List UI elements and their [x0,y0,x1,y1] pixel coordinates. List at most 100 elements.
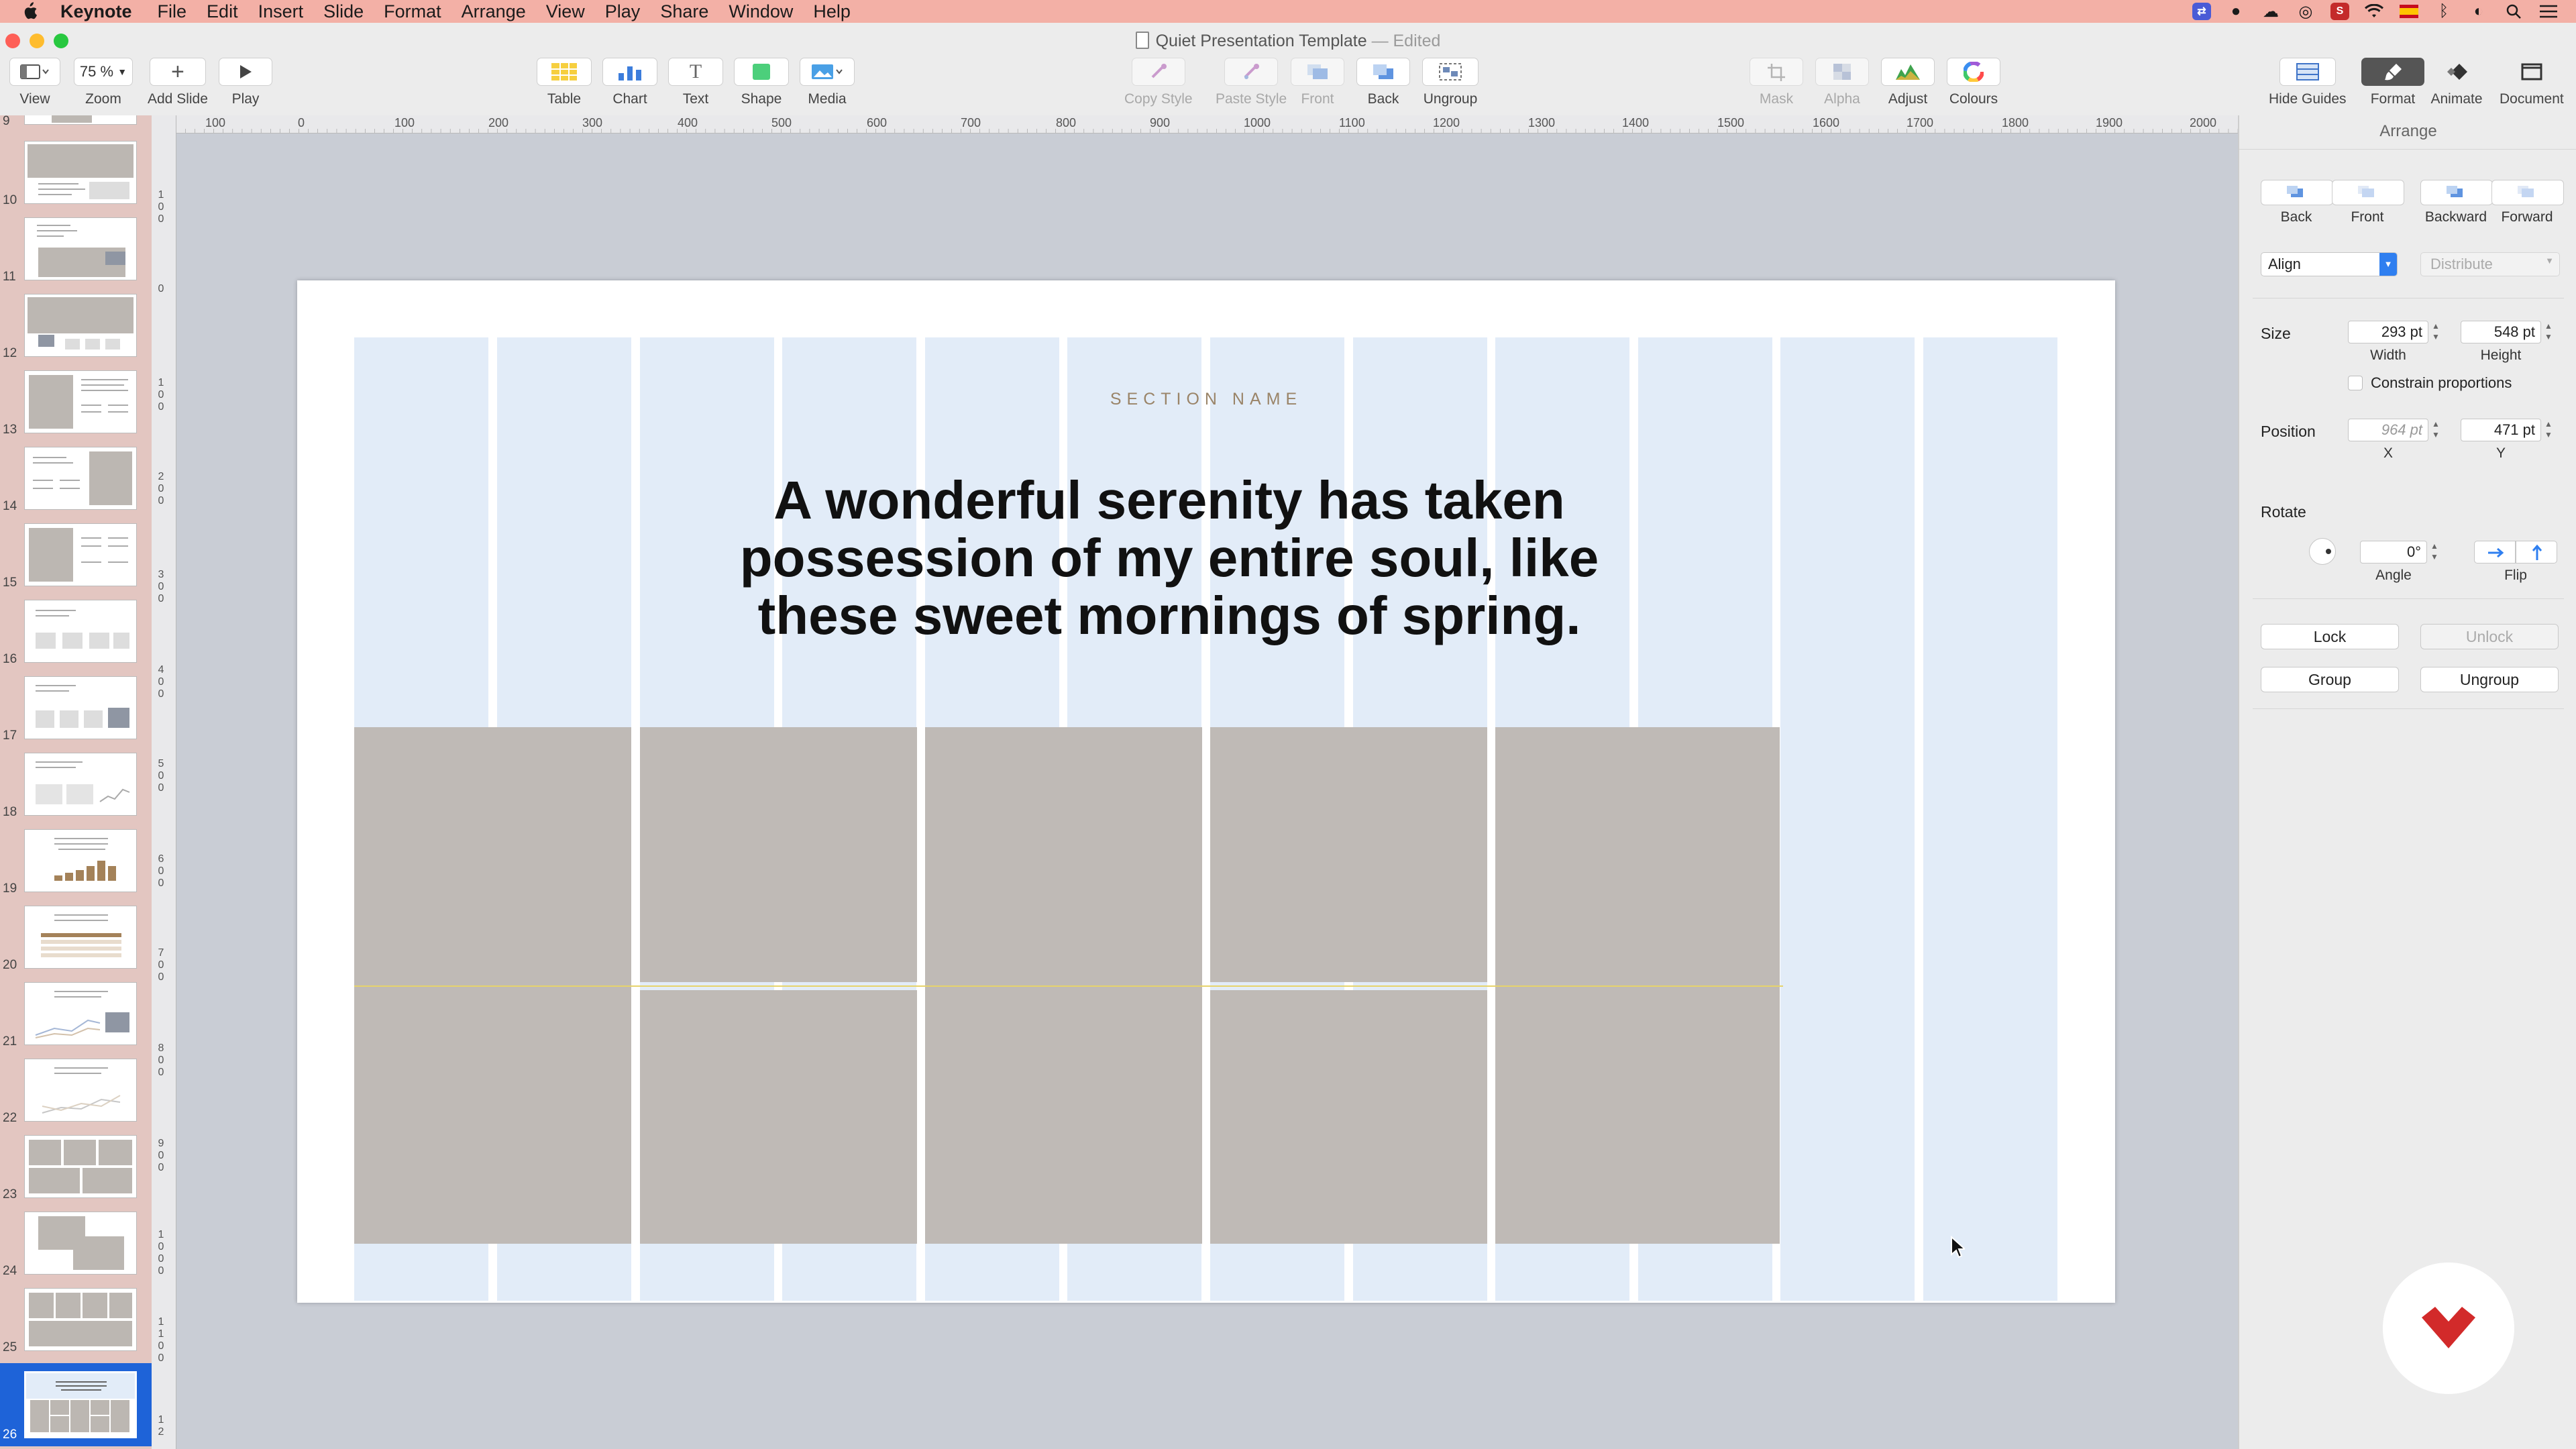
menu-app-keynote[interactable]: Keynote [60,1,132,22]
slide-thumbnail-14[interactable]: 14 [0,443,152,518]
slide-canvas[interactable]: SECTION NAME A wonderful serenity has ta… [297,280,2115,1303]
hide-guides-button[interactable]: Hide Guides [2269,58,2347,107]
flip-horizontal-button[interactable] [2474,541,2516,564]
send-backward-button[interactable] [2420,180,2493,205]
image-placeholder[interactable] [1210,727,1487,982]
table-icon [537,58,592,86]
media-label: Media [808,91,847,107]
headline-text[interactable]: A wonderful serenity has taken possessio… [700,472,1639,645]
slide-thumbnail-18[interactable]: 18 [0,749,152,824]
ungroup-button[interactable]: Ungroup [1422,58,1479,107]
slide-thumbnail-16[interactable]: 16 [0,596,152,671]
menu-file[interactable]: File [158,1,187,22]
shape-button[interactable]: Shape [734,58,789,107]
y-stepper[interactable]: ▲ ▼ [2544,419,2553,441]
table-button[interactable]: Table [537,58,592,107]
send-to-back-button[interactable] [2261,180,2333,205]
distribute-dropdown[interactable]: Distribute ▼ [2420,252,2560,276]
angle-stepper[interactable]: ▲ ▼ [2430,541,2439,564]
x-stepper[interactable]: ▲ ▼ [2431,419,2440,441]
slide-thumbnail-13[interactable]: 13 [0,366,152,441]
slide-thumbnail-20[interactable]: 20 [0,902,152,977]
slide-thumbnail-19[interactable]: 19 [0,825,152,900]
circle-status-icon[interactable]: ◎ [2296,2,2316,21]
image-placeholder[interactable] [1210,990,1487,1244]
lock-button[interactable]: Lock [2261,624,2399,649]
notification-list-icon[interactable] [2538,2,2559,21]
ungroup-button[interactable]: Ungroup [2420,667,2559,692]
slide-thumbnail-22[interactable]: 22 [0,1055,152,1130]
menu-format[interactable]: Format [384,1,441,22]
play-button[interactable]: Play [219,58,272,107]
unlock-button[interactable]: Unlock [2420,624,2559,649]
mask-button[interactable]: Mask [1750,58,1803,107]
slide-thumbnail-17[interactable]: 17 [0,672,152,747]
animate-tab-button[interactable]: Animate [2428,58,2485,107]
document-tab-button[interactable]: Document [2500,58,2564,107]
menu-insert[interactable]: Insert [258,1,304,22]
apple-icon[interactable] [21,2,38,21]
slide-thumbnail-10[interactable]: 10 [0,137,152,212]
menu-edit[interactable]: Edit [207,1,238,22]
slide-thumbnail-21[interactable]: 21 [0,978,152,1053]
menu-help[interactable]: Help [813,1,851,22]
image-placeholder[interactable] [640,990,917,1244]
spotlight-search-icon[interactable] [2504,2,2524,21]
view-menu-button[interactable]: View [9,58,60,107]
slide-thumbnail-9[interactable]: 9 [0,115,152,133]
group-button[interactable]: Group [2261,667,2399,692]
cloud-sync-icon[interactable]: ☁ [2261,2,2281,21]
height-field[interactable]: 548 pt [2461,321,2541,343]
arrange-tab[interactable]: Arrange [2239,122,2576,141]
constrain-proportions-checkbox[interactable] [2348,376,2363,390]
slide-thumbnail-12[interactable]: 12 [0,290,152,365]
slide-thumbnail-15[interactable]: 15 [0,519,152,594]
zoom-menu-button[interactable]: 75 % ▼ Zoom [74,58,133,107]
slide-thumbnail-24[interactable]: 24 [0,1208,152,1283]
chart-button[interactable]: Chart [602,58,657,107]
slide-thumbnail-26[interactable]: 26 [0,1363,152,1446]
add-slide-button[interactable]: + Add Slide [148,58,208,107]
colours-button[interactable]: Colours [1947,58,2000,107]
creative-cloud-icon[interactable]: ● [2226,2,2246,21]
paste-style-button[interactable]: Paste Style [1216,58,1287,107]
ruler-label: 800 [1056,116,1077,129]
menu-arrange[interactable]: Arrange [462,1,526,22]
media-button[interactable]: Media [800,58,855,107]
scrivener-icon[interactable]: S [2330,3,2349,20]
menu-play[interactable]: Play [605,1,641,22]
bring-to-front-button[interactable] [2332,180,2404,205]
rotation-wheel[interactable] [2309,538,2336,565]
screen-share-icon[interactable]: ⇄ [2192,3,2211,20]
color-wheel-icon [1947,58,2000,86]
y-position-field[interactable]: 471 pt [2461,419,2541,441]
menu-view[interactable]: View [546,1,585,22]
flag-icon[interactable] [2399,2,2419,21]
align-dropdown[interactable]: Align ▼ [2261,252,2398,276]
slide-thumbnail-11[interactable]: 11 [0,213,152,288]
height-stepper[interactable]: ▲ ▼ [2544,321,2553,343]
copy-style-button[interactable]: Copy Style [1124,58,1193,107]
sleep-icon[interactable]: ◐ [2469,2,2489,21]
slide-thumbnail-25[interactable]: 25 [0,1284,152,1359]
image-placeholder[interactable] [640,727,917,982]
alpha-button[interactable]: Alpha [1815,58,1869,107]
bring-forward-button[interactable] [2491,180,2564,205]
menu-window[interactable]: Window [729,1,793,22]
angle-field[interactable]: 0° [2360,541,2427,564]
back-button[interactable]: Back [1356,58,1410,107]
section-name-text[interactable]: SECTION NAME [297,390,2115,409]
width-field[interactable]: 293 pt [2348,321,2428,343]
text-button[interactable]: T Text [668,58,723,107]
slide-thumbnail-23[interactable]: 23 [0,1131,152,1206]
x-position-field[interactable]: 964 pt [2348,419,2428,441]
flip-vertical-button[interactable] [2516,541,2557,564]
width-stepper[interactable]: ▲ ▼ [2431,321,2440,343]
wifi-icon[interactable] [2364,2,2384,21]
menu-share[interactable]: Share [660,1,708,22]
format-tab-button[interactable]: Format [2361,58,2424,107]
adjust-button[interactable]: Adjust [1881,58,1935,107]
front-button[interactable]: Front [1291,58,1344,107]
menu-slide[interactable]: Slide [323,1,364,22]
bluetooth-icon[interactable]: ᛒ [2434,2,2454,21]
